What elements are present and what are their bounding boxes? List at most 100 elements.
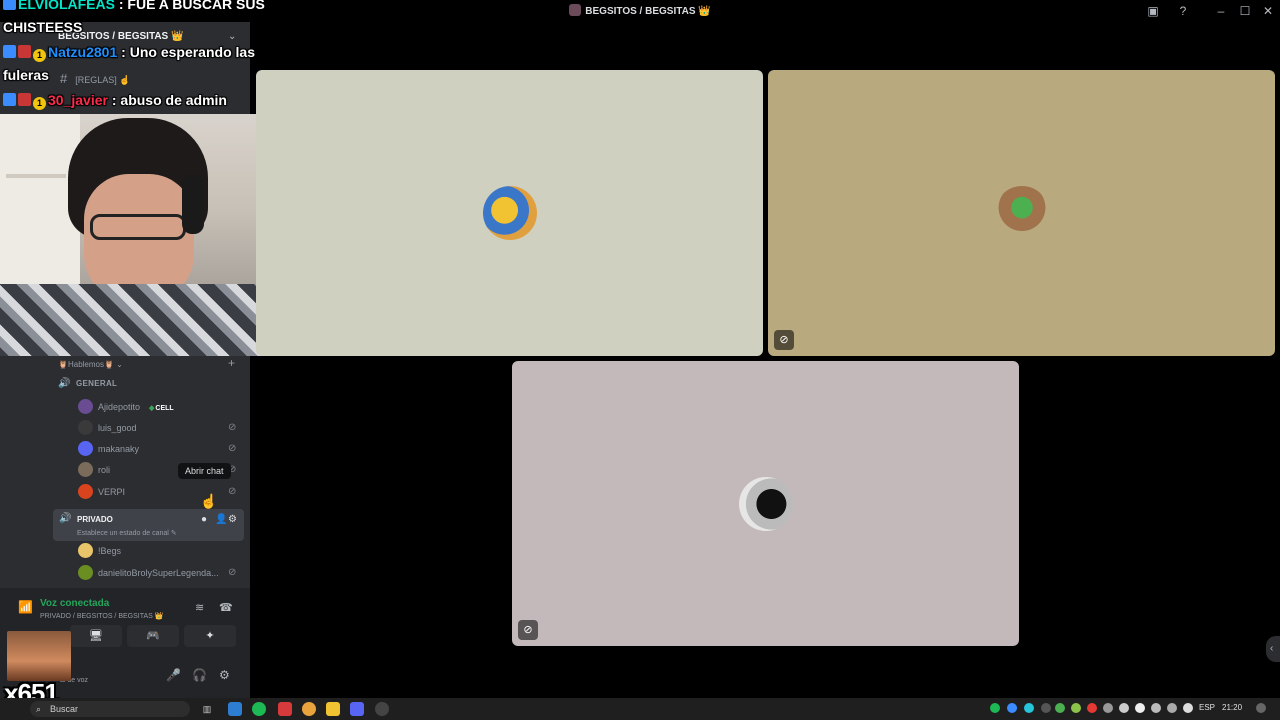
help-icon[interactable]: ? bbox=[1175, 3, 1191, 19]
avatar bbox=[482, 186, 537, 240]
minimize-icon[interactable]: – bbox=[1213, 3, 1229, 19]
badge-icon bbox=[18, 93, 31, 106]
discord-icon[interactable] bbox=[350, 702, 364, 716]
gear-icon[interactable]: ⚙ bbox=[219, 668, 230, 682]
voice-status[interactable]: Voz conectada bbox=[40, 598, 109, 609]
chat-message-cont: CHISTEESS bbox=[3, 19, 83, 35]
task-view-icon[interactable]: ▥ bbox=[200, 702, 214, 716]
add-channel-icon[interactable]: + bbox=[228, 356, 235, 370]
voice-channel-general[interactable]: 🔊 GENERAL bbox=[58, 378, 117, 396]
chrome-icon[interactable] bbox=[302, 702, 316, 716]
chat-message: ELVIOLAFEAS : FUE A BUSCAR SUS bbox=[3, 0, 265, 12]
mic-muted-icon: ⊘ bbox=[774, 330, 794, 350]
search-icon: ⌕ bbox=[36, 704, 42, 714]
soundboard-button[interactable]: ✦ bbox=[184, 625, 236, 647]
files-app-icon[interactable] bbox=[228, 702, 242, 716]
meme-overlay bbox=[7, 631, 71, 681]
badge-icon bbox=[3, 45, 16, 58]
network-icon[interactable] bbox=[1135, 703, 1145, 713]
mic-muted-icon: ⊘ bbox=[228, 486, 237, 497]
mic-muted-icon: ⊘ bbox=[228, 567, 237, 578]
participant-tile[interactable]: ⊘ bbox=[512, 361, 1019, 646]
avatar bbox=[78, 399, 93, 414]
avatar bbox=[738, 476, 793, 531]
avatar bbox=[994, 186, 1049, 240]
mic-muted-icon: ⊘ bbox=[228, 422, 237, 433]
obs-icon[interactable] bbox=[375, 702, 389, 716]
screen-share-button[interactable]: 🖥 bbox=[70, 625, 122, 647]
wifi-icon[interactable] bbox=[1167, 703, 1177, 713]
chat-bubble-icon[interactable]: ● bbox=[201, 514, 207, 525]
mouse-cursor: ☝ bbox=[200, 493, 218, 509]
tray-icon[interactable] bbox=[1087, 703, 1097, 713]
chat-message: 1 30_javier : abuso de admin bbox=[3, 92, 227, 110]
tray-icon[interactable] bbox=[1103, 703, 1113, 713]
channel-rules[interactable]: # [REGLAS] ☝️ bbox=[60, 71, 130, 86]
member-danielito[interactable]: danielitoBrolySuperLegenda... ⊘ bbox=[78, 565, 244, 583]
tray-icon[interactable] bbox=[1024, 703, 1034, 713]
member-tag: ◆CELL bbox=[149, 405, 174, 412]
streamer-webcam bbox=[0, 114, 282, 356]
chevron-down-icon[interactable]: ⌄ bbox=[228, 31, 236, 42]
badge-icon: 1 bbox=[33, 97, 46, 110]
participant-tile[interactable] bbox=[256, 70, 763, 356]
disconnect-icon[interactable]: ☎ bbox=[219, 601, 233, 614]
volume-icon[interactable] bbox=[1183, 703, 1193, 713]
close-icon[interactable]: ✕ bbox=[1260, 3, 1276, 19]
leaf-icon: ◆ bbox=[149, 405, 155, 412]
chat-message: 1 Natzu2801 : Uno esperando las bbox=[3, 44, 255, 62]
member-begs[interactable]: !Begs bbox=[78, 543, 244, 561]
mic-muted-icon: ⊘ bbox=[518, 620, 538, 640]
app-icon[interactable] bbox=[278, 702, 292, 716]
avatar bbox=[78, 441, 93, 456]
member-verpi[interactable]: VERPI ⊘ bbox=[78, 484, 244, 502]
avatar bbox=[78, 565, 93, 580]
microphone-icon[interactable] bbox=[1151, 703, 1161, 713]
set-channel-status[interactable]: Establece un estado de canal ✎ bbox=[77, 529, 177, 537]
avatar bbox=[78, 420, 93, 435]
tray-icon[interactable] bbox=[990, 703, 1000, 713]
badge-icon bbox=[3, 0, 16, 10]
spotify-icon[interactable] bbox=[252, 702, 266, 716]
hash-icon: # bbox=[60, 71, 68, 86]
chevron-left-icon[interactable]: ‹ bbox=[1266, 636, 1280, 662]
category-hablemos[interactable]: 🦉Hablemos🦉 ⌄ bbox=[58, 360, 123, 369]
server-icon bbox=[569, 4, 582, 16]
tray-icon[interactable] bbox=[1119, 703, 1129, 713]
tray-icon[interactable] bbox=[1007, 703, 1017, 713]
tooltip-open-chat: Abrir chat bbox=[178, 463, 231, 479]
tray-icon[interactable] bbox=[1071, 703, 1081, 713]
member-ajidepotito[interactable]: Ajidepotito ◆CELL bbox=[78, 399, 244, 417]
language-indicator[interactable]: ESP bbox=[1199, 703, 1215, 712]
badge-icon bbox=[3, 93, 16, 106]
notifications-icon[interactable] bbox=[1256, 703, 1266, 713]
member-luis-good[interactable]: luis_good ⊘ bbox=[78, 420, 244, 438]
microphone-icon[interactable]: 🎤 bbox=[166, 668, 181, 682]
gear-icon[interactable]: ⚙ bbox=[228, 514, 237, 525]
tray-icon[interactable] bbox=[1055, 703, 1065, 713]
badge-icon: 1 bbox=[33, 49, 46, 62]
chat-message-cont: fuleras bbox=[3, 67, 49, 83]
voice-location: PRIVADO / BEGSITOS / BEGSITAS 👑 bbox=[40, 613, 164, 620]
taskbar-search[interactable]: ⌕ Buscar bbox=[30, 701, 190, 717]
discord-stream-screen: BEGSITOS / BEGSITAS 👑 ▣ ? – ☐ ✕ BEGSITOS… bbox=[0, 0, 1280, 720]
folder-icon[interactable] bbox=[326, 702, 340, 716]
voice-channel-privado[interactable]: 🔊 PRIVADO Establece un estado de canal ✎… bbox=[53, 509, 244, 541]
speaker-icon: 🔊 bbox=[58, 378, 71, 389]
noise-suppression-icon[interactable]: ≋ bbox=[195, 601, 204, 614]
speaker-icon: 🔊 bbox=[59, 513, 72, 524]
invite-user-icon[interactable]: 👤 bbox=[215, 514, 227, 525]
headphones-icon[interactable]: 🎧 bbox=[192, 668, 207, 682]
clock[interactable]: 21:20 bbox=[1222, 703, 1242, 712]
avatar bbox=[78, 484, 93, 499]
participant-tile[interactable]: ⊘ bbox=[768, 70, 1275, 356]
mic-muted-icon: ⊘ bbox=[228, 443, 237, 454]
member-makanaky[interactable]: makanaky ⊘ bbox=[78, 441, 244, 459]
inbox-icon[interactable]: ▣ bbox=[1145, 3, 1161, 19]
badge-icon bbox=[18, 45, 31, 58]
tray-icon[interactable] bbox=[1041, 703, 1051, 713]
maximize-icon[interactable]: ☐ bbox=[1237, 3, 1253, 19]
avatar bbox=[78, 462, 93, 477]
signal-icon[interactable]: 📶 bbox=[18, 600, 33, 614]
activity-button[interactable]: 🎮 bbox=[127, 625, 179, 647]
